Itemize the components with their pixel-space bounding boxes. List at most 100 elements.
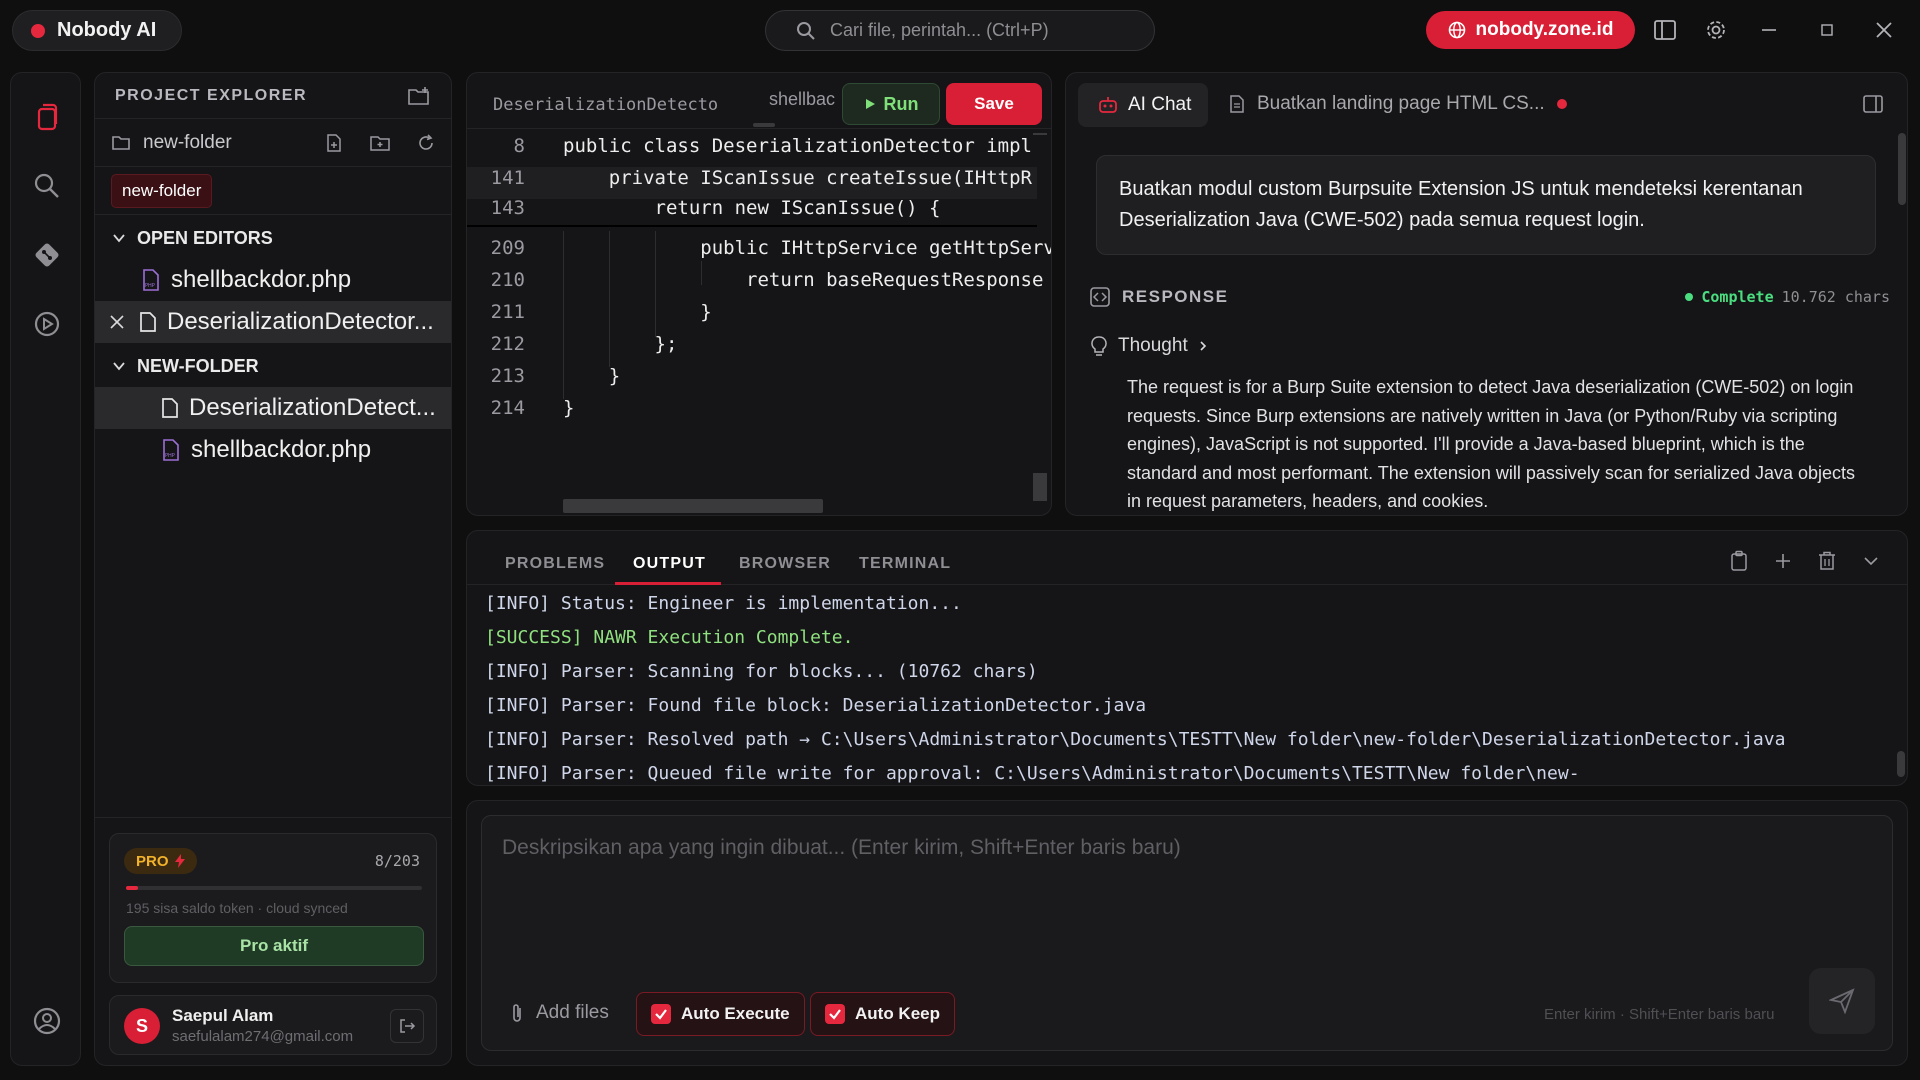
search-icon: [796, 21, 816, 41]
new-folder-icon[interactable]: [407, 86, 431, 106]
log-line: [INFO] Status: Engineer is implementatio…: [485, 593, 962, 614]
token-progress-bar: [126, 886, 422, 890]
site-button[interactable]: nobody.zone.id: [1426, 11, 1635, 49]
chevron-down-icon[interactable]: [1859, 549, 1883, 573]
code-line: 213 }: [467, 365, 1037, 397]
line-text: }: [563, 365, 621, 387]
prompt-input[interactable]: Deskripsikan apa yang ingin dibuat... (E…: [481, 815, 1893, 1051]
tab-problems[interactable]: PROBLEMS: [505, 555, 605, 573]
vertical-scrollbar[interactable]: [1033, 473, 1047, 501]
code-area[interactable]: 8 public class DeserializationDetector im…: [467, 131, 1051, 491]
settings-icon[interactable]: [1700, 14, 1732, 46]
open-editor-item[interactable]: PHP shellbackdor.php: [95, 259, 451, 301]
token-count: 8/203: [374, 852, 420, 870]
ai-chat-panel: AI Chat Buatkan landing page HTML CS... …: [1065, 72, 1908, 516]
open-editor-name: shellbackdor.php: [171, 266, 352, 293]
pro-active-button[interactable]: Pro aktif: [124, 926, 424, 966]
auto-keep-label: Auto Keep: [855, 1004, 940, 1023]
account-icon[interactable]: [29, 1003, 65, 1039]
refresh-icon[interactable]: [417, 133, 435, 152]
chevron-down-icon: [111, 358, 127, 374]
open-editors-header[interactable]: OPEN EDITORS: [95, 217, 451, 259]
tree-file-item[interactable]: DeserializationDetect...: [95, 387, 451, 429]
folder-section-label: NEW-FOLDER: [137, 355, 259, 376]
new-file-icon[interactable]: [325, 133, 343, 153]
folder-icon: [111, 134, 131, 152]
trash-icon[interactable]: [1815, 549, 1839, 573]
search-placeholder: Cari file, perintah... (Ctrl+P): [830, 20, 1049, 40]
sidebar-toggle-icon[interactable]: [1863, 95, 1883, 113]
line-number: 214: [490, 397, 525, 419]
clipboard-icon[interactable]: [1727, 549, 1751, 573]
workspace-folder-row[interactable]: new-folder: [95, 119, 451, 167]
sidebar-toggle-icon[interactable]: [1649, 14, 1681, 46]
folder-section-header[interactable]: NEW-FOLDER: [95, 345, 451, 387]
workspace-folder-name: new-folder: [143, 131, 232, 153]
tab-scroll-indicator: [753, 123, 775, 127]
save-button[interactable]: Save: [946, 83, 1042, 125]
maximize-icon[interactable]: [1811, 14, 1843, 46]
bolt-icon: [174, 854, 185, 868]
plus-icon[interactable]: [1771, 549, 1795, 573]
tab-browser[interactable]: BROWSER: [739, 555, 831, 573]
line-number: 209: [490, 237, 525, 259]
run-button[interactable]: Run: [842, 83, 940, 125]
lightbulb-icon: [1090, 335, 1108, 357]
char-count: 10.762 chars: [1781, 288, 1890, 306]
folder-chip[interactable]: new-folder: [111, 173, 213, 208]
code-line: 214}: [467, 397, 1037, 429]
line-number: 212: [490, 333, 525, 355]
close-icon[interactable]: [109, 314, 125, 330]
svg-text:PHP: PHP: [145, 283, 155, 289]
add-files-button[interactable]: Add files: [510, 1002, 609, 1024]
open-editors-label: OPEN EDITORS: [137, 227, 273, 248]
auto-keep-toggle[interactable]: Auto Keep: [810, 992, 955, 1036]
search-icon[interactable]: [29, 168, 65, 204]
close-icon[interactable]: [1868, 14, 1900, 46]
panel-tabs: PROBLEMS OUTPUT BROWSER TERMINAL: [467, 531, 1907, 585]
prompt-placeholder: Deskripsikan apa yang ingin dibuat... (E…: [502, 836, 1181, 859]
run-debug-icon[interactable]: [29, 306, 65, 342]
code-line: 8 public class DeserializationDetector im…: [467, 135, 1037, 167]
auto-execute-toggle[interactable]: Auto Execute: [636, 992, 805, 1036]
send-button[interactable]: [1809, 968, 1875, 1034]
files-icon[interactable]: [29, 99, 65, 135]
line-number: 211: [490, 301, 525, 323]
open-editor-item[interactable]: DeserializationDetector...: [95, 301, 451, 343]
active-tab-underline: [615, 582, 721, 585]
git-icon[interactable]: [29, 237, 65, 273]
tab-landing-page[interactable]: Buatkan landing page HTML CS...: [1229, 93, 1567, 115]
scrollbar-track-marker: [1033, 133, 1047, 135]
chat-scrollbar[interactable]: [1898, 133, 1906, 205]
user-card: S Saepul Alam saefulalam274@gmail.com: [109, 995, 437, 1055]
line-text: public IHttpService getHttpServ: [563, 237, 1052, 259]
thought-label: Thought: [1118, 335, 1188, 356]
tab-ai-chat[interactable]: AI Chat: [1078, 83, 1208, 127]
status-dot: [1685, 293, 1694, 301]
code-line: 211 }: [467, 301, 1037, 333]
user-email: saefulalam274@gmail.com: [172, 1028, 354, 1045]
brand-dot: [31, 23, 45, 38]
token-note: 195 sisa saldo token · cloud synced: [126, 900, 348, 916]
output-scrollbar[interactable]: [1897, 751, 1905, 777]
logout-icon[interactable]: [390, 1009, 424, 1043]
paperclip-icon: [510, 1002, 524, 1024]
tab-terminal[interactable]: TERMINAL: [859, 555, 951, 573]
line-text: return baseRequestResponse: [563, 269, 1044, 291]
run-label: Run: [883, 93, 919, 114]
app-brand[interactable]: Nobody AI: [12, 10, 182, 51]
php-file-icon: PHP: [141, 268, 161, 292]
check-icon: [651, 1004, 671, 1024]
horizontal-scrollbar[interactable]: [563, 499, 823, 513]
log-line: [INFO] Parser: Found file block: Deseria…: [485, 695, 1147, 716]
tab-output[interactable]: OUTPUT: [633, 555, 706, 573]
command-search[interactable]: Cari file, perintah... (Ctrl+P): [765, 10, 1155, 51]
title-bar: Nobody AI Cari file, perintah... (Ctrl+P…: [0, 0, 1920, 60]
minimize-icon[interactable]: [1753, 14, 1785, 46]
new-folder-icon[interactable]: [369, 134, 391, 152]
tree-file-item[interactable]: PHP shellbackdor.php: [95, 429, 451, 471]
thought-toggle[interactable]: Thought: [1090, 335, 1208, 357]
tab-shellbackdor[interactable]: shellbac: [769, 89, 849, 110]
code-line: 210 return baseRequestResponse: [467, 269, 1044, 301]
tab-deserialization-detector[interactable]: DeserializationDetector.ja: [493, 95, 717, 115]
